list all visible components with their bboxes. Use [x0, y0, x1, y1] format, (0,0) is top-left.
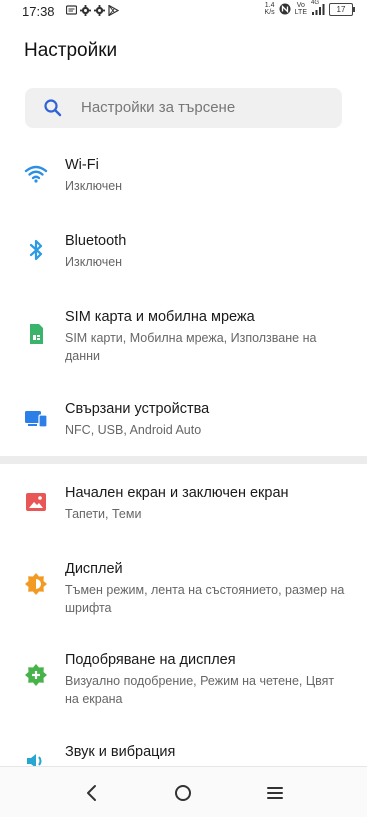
volte-top: Vo [296, 2, 305, 9]
wallpaper-icon [24, 490, 48, 514]
settings-item-display-enhancement[interactable]: Подобряване на дисплея Визуално подобрен… [0, 645, 367, 715]
devices-icon [24, 406, 48, 430]
bluetooth-icon [24, 238, 48, 262]
page-title: Настройки [24, 40, 118, 61]
item-title: Bluetooth [65, 233, 127, 249]
display-enhance-icon [24, 663, 48, 687]
item-title: SIM карта и мобилна мрежа [65, 309, 255, 325]
home-icon [175, 785, 191, 801]
battery-icon: 17 [329, 2, 355, 16]
gear-icon [80, 5, 91, 16]
speaker-icon [24, 749, 48, 767]
home-button[interactable] [171, 781, 195, 805]
item-title: Подобряване на дисплея [65, 652, 236, 668]
settings-item-display[interactable]: Дисплей Тъмен режим, лента на състояниет… [0, 554, 367, 624]
notification-icons [66, 5, 119, 16]
gear-icon [94, 5, 105, 16]
network-type: 4G [311, 0, 320, 6]
back-icon [87, 785, 96, 801]
settings-item-bluetooth[interactable]: Bluetooth Изключен [0, 226, 367, 286]
item-title: Дисплей [65, 561, 123, 577]
item-title: Звук и вибрация [65, 744, 176, 760]
status-right: 1.4 K/s Vo LTE 4G 17 [265, 0, 355, 16]
menu-icon [267, 787, 283, 799]
item-subtitle: Изключен [65, 255, 123, 269]
message-icon [66, 5, 77, 15]
item-title: Свързани устройства [65, 401, 210, 417]
settings-item-connected-devices[interactable]: Свързани устройства NFC, USB, Android Au… [0, 394, 367, 454]
nfc-icon [279, 3, 291, 15]
battery-level: 17 [336, 4, 346, 14]
item-subtitle: Тапети, Теми [65, 507, 142, 521]
status-time: 17:38 [22, 4, 55, 19]
search-placeholder: Настройки за търсене [81, 99, 236, 116]
network-speed: 1.4 K/s [265, 2, 275, 16]
signal-icon: 4G [311, 0, 325, 16]
recents-button[interactable] [263, 781, 287, 805]
settings-item-sound[interactable]: Звук и вибрация [0, 737, 367, 767]
search-input[interactable]: Настройки за търсене [25, 88, 342, 128]
play-store-icon [108, 5, 119, 16]
brightness-icon [24, 572, 48, 596]
status-bar: 17:38 1.4 K/s Vo LTE 4G 17 [0, 0, 367, 24]
item-subtitle: Тъмен режим, лента на състоянието, разме… [65, 583, 345, 615]
navigation-bar [0, 766, 367, 817]
settings-item-home-lock-screen[interactable]: Начален екран и заключен екран Тапети, Т… [0, 478, 367, 538]
settings-item-wifi[interactable]: Wi-Fi Изключен [0, 150, 367, 210]
section-divider [0, 456, 367, 464]
back-button[interactable] [80, 781, 104, 805]
item-subtitle: Визуално подобрение, Режим на четене, Цв… [65, 674, 335, 706]
item-title: Начален екран и заключен екран [65, 485, 289, 501]
item-title: Wi-Fi [65, 157, 99, 173]
network-speed-unit: K/s [264, 9, 275, 16]
item-subtitle: Изключен [65, 179, 123, 193]
sim-card-icon [24, 322, 48, 346]
volte-bottom: LTE [294, 9, 307, 16]
search-icon [44, 99, 62, 117]
network-speed-value: 1.4 [264, 2, 275, 9]
item-subtitle: NFC, USB, Android Auto [65, 423, 202, 437]
wifi-icon [24, 162, 48, 186]
volte-indicator: Vo LTE [295, 2, 307, 16]
settings-item-sim[interactable]: SIM карта и мобилна мрежа SIM карти, Моб… [0, 302, 367, 372]
item-subtitle: SIM карти, Мобилна мрежа, Използване на … [65, 331, 317, 363]
